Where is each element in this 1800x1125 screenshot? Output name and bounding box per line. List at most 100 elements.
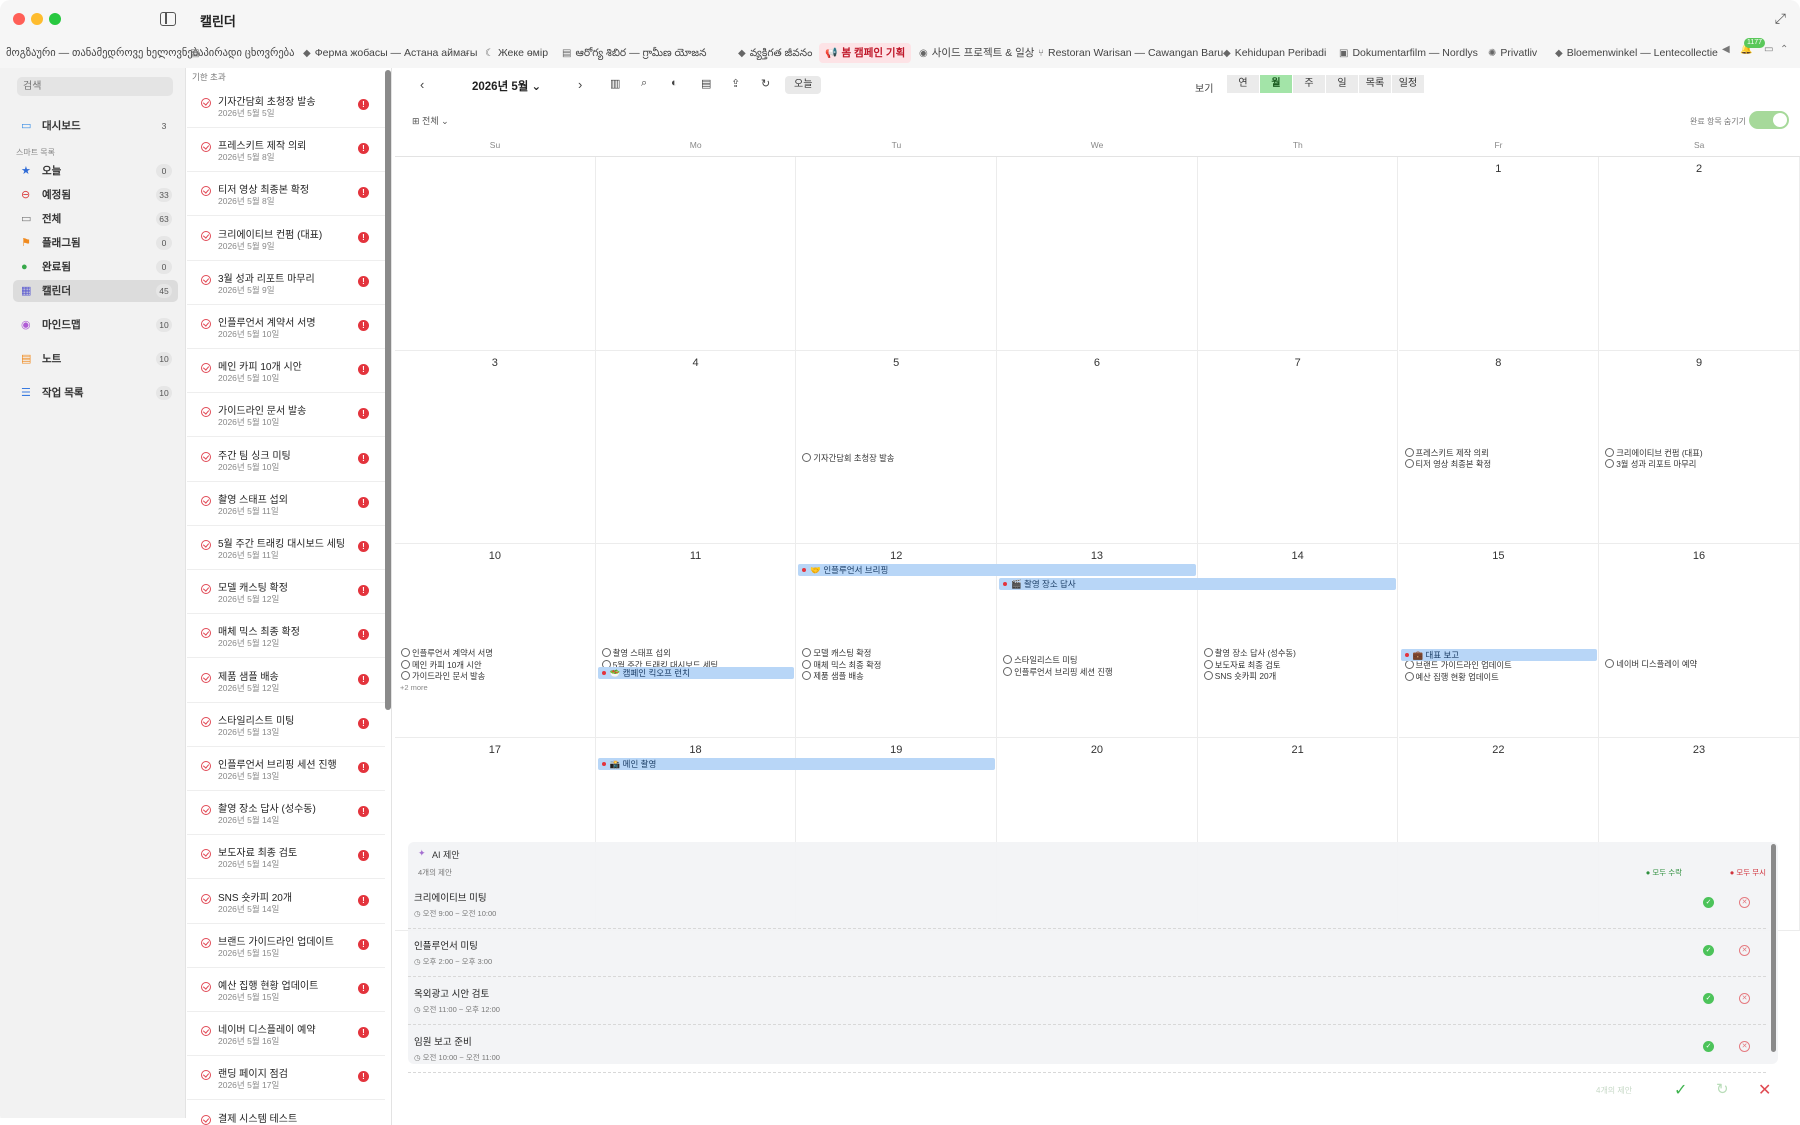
calendar-event[interactable]: 티저 영상 최종본 확정	[1405, 459, 1492, 470]
day-cell[interactable]	[395, 157, 596, 351]
tab-11[interactable]: ✺ Privatliv	[1482, 43, 1543, 63]
calendar-event[interactable]: 제품 샘플 배송	[802, 671, 863, 682]
day-cell[interactable]	[1197, 157, 1399, 351]
task-row[interactable]: 랜딩 페이지 점검 2026년 5월 17일!	[187, 1056, 385, 1101]
ai-panel-scrollbar[interactable]	[1771, 844, 1776, 1052]
calendar-event[interactable]: 보도자료 최종 검토	[1204, 660, 1281, 671]
sidebar-item-5[interactable]: ▦ 캘린더 45	[13, 280, 178, 302]
task-row[interactable]: 제품 샘플 배송 2026년 5월 12일!	[187, 659, 385, 703]
overdue-check-icon[interactable]	[201, 893, 211, 904]
overdue-check-icon[interactable]	[201, 761, 211, 771]
task-row[interactable]: 크리에이티브 컨펌 (대표) 2026년 5월 9일!	[187, 217, 385, 261]
task-row[interactable]: 촬영 장소 답사 (성수동) 2026년 5월 14일!	[187, 791, 385, 836]
day-cell[interactable]: 15 브랜드 가이드라인 업데이트 예산 집행 현황 업데이트	[1398, 544, 1600, 738]
overdue-check-icon[interactable]	[201, 1026, 211, 1037]
task-row[interactable]: 주간 팀 싱크 미팅 2026년 5월 10일!	[187, 438, 385, 482]
event-bar-kickoff-lunch[interactable]: 🥗 캠페인 킥오프 런치	[597, 667, 795, 679]
palette-icon[interactable]: ◐	[671, 77, 678, 89]
refresh-icon[interactable]: ↻	[1716, 1080, 1729, 1098]
task-row[interactable]: 스타일리스트 미팅 2026년 5월 13일!	[187, 703, 385, 747]
task-row[interactable]: 메인 카피 10개 시안 2026년 5월 10일!	[187, 349, 385, 394]
task-row[interactable]: 매체 믹스 최종 확정 2026년 5월 12일!	[187, 614, 385, 659]
calendar-event[interactable]: 3월 성과 리포트 마무리	[1605, 459, 1696, 470]
view-tab-2[interactable]: 주	[1293, 75, 1325, 93]
day-cell[interactable]: 7	[1197, 350, 1399, 544]
overdue-check-icon[interactable]	[201, 274, 211, 285]
tab-5[interactable]: ◆ వ్యక్తిగత జీవనం	[732, 43, 818, 63]
task-row[interactable]: 티저 영상 최종본 확정 2026년 5월 8일!	[187, 172, 385, 217]
suggestion-row[interactable]: 크리에이티브 미팅 ◷ 오전 9:00 ~ 오전 10:00 ✓ ✕	[408, 882, 1766, 929]
task-list-scrollbar[interactable]	[385, 70, 391, 710]
view-tab-3[interactable]: 일	[1326, 75, 1358, 93]
more-events-link[interactable]: +2 more	[400, 683, 428, 692]
task-row[interactable]: 보도자료 최종 검토 2026년 5월 14일!	[187, 835, 385, 880]
overdue-check-icon[interactable]	[201, 319, 211, 329]
overdue-check-icon[interactable]	[201, 142, 211, 153]
sidebar-item-dashboard[interactable]: ▭ 대시보드 3	[13, 115, 178, 137]
fullscreen-icon[interactable]: ⤢	[1775, 10, 1786, 27]
task-row[interactable]: 결제 시스템 테스트	[187, 1101, 385, 1125]
overdue-check-icon[interactable]	[201, 628, 211, 639]
tab-list-icon[interactable]: ▭	[1764, 44, 1773, 55]
calendar-event[interactable]: 모델 캐스팅 확정	[802, 648, 871, 659]
day-cell[interactable]: 9 크리에이티브 컨펌 (대표) 3월 성과 리포트 마무리	[1599, 350, 1800, 544]
task-row[interactable]: 가이드라인 문서 발송 2026년 5월 10일!	[187, 393, 385, 438]
calendar-event[interactable]: 촬영 스태프 섭외	[602, 648, 671, 659]
sidebar-extra-0[interactable]: ◉ 마인드맵 10	[13, 314, 178, 336]
task-row[interactable]: 브랜드 가이드라인 업데이트 2026년 5월 15일!	[187, 924, 385, 968]
overdue-check-icon[interactable]	[201, 805, 211, 816]
task-row[interactable]: SNS 숏카피 20개 2026년 5월 14일!	[187, 880, 385, 924]
overdue-check-icon[interactable]	[201, 584, 211, 595]
minimize-window-button[interactable]	[31, 13, 43, 25]
next-month-icon[interactable]: ›	[578, 77, 582, 92]
calendar-event[interactable]: 크리에이티브 컨펌 (대표)	[1605, 448, 1702, 459]
calendar-event[interactable]: 인플루언서 브리핑 세션 진행	[1003, 667, 1113, 678]
notes-icon[interactable]: ▤	[701, 77, 711, 90]
task-row[interactable]: 기자간담회 초청장 발송 2026년 5월 5일!	[187, 84, 385, 128]
prev-month-icon[interactable]: ‹	[420, 77, 424, 92]
tab-1[interactable]: ▤ პირადი ცხოვრება	[184, 43, 300, 63]
tab-10[interactable]: ▣ Dokumentarfilm — Nordlys	[1333, 43, 1484, 63]
dismiss-icon[interactable]: ✕	[1758, 1080, 1771, 1100]
overdue-check-icon[interactable]	[201, 407, 211, 418]
calendar-event[interactable]: 가이드라인 문서 발송	[401, 671, 485, 682]
overdue-check-icon[interactable]	[201, 1070, 211, 1081]
calendar-event[interactable]: 브랜드 가이드라인 업데이트	[1405, 660, 1512, 671]
tab-6[interactable]: 📢 봄 캠페인 기획	[819, 43, 912, 63]
accept-icon[interactable]: ✓	[1703, 1041, 1714, 1052]
task-row[interactable]: 네이버 디스플레이 예약 2026년 5월 16일!	[187, 1012, 385, 1057]
accept-icon[interactable]: ✓	[1703, 993, 1714, 1004]
view-tab-4[interactable]: 목록	[1359, 75, 1391, 93]
calendar-event[interactable]: 매체 믹스 최종 확정	[802, 660, 881, 671]
sidebar-item-3[interactable]: ⚑ 플래그됨 0	[13, 232, 178, 254]
day-cell[interactable]: 4	[595, 350, 797, 544]
sidebar-item-2[interactable]: ▭ 전체 63	[13, 208, 178, 230]
today-button[interactable]: 오늘	[785, 76, 822, 94]
day-cell[interactable]	[796, 157, 998, 351]
tab-3[interactable]: ☾ Жеке өмір	[479, 43, 554, 63]
ignore-all-button[interactable]: ● 모두 무시	[1730, 867, 1766, 878]
tab-7[interactable]: ◉ 사이드 프로젝트 & 일상	[913, 43, 1040, 63]
sidebar-item-0[interactable]: ★ 오늘 0	[13, 160, 178, 182]
suggestion-row[interactable]: 인플루언서 미팅 ◷ 오후 2:00 ~ 오후 3:00 ✓ ✕	[408, 930, 1766, 977]
search-input[interactable]	[17, 77, 173, 96]
tab-12[interactable]: ◆ Bloemenwinkel — Lentecollectie	[1549, 43, 1724, 63]
calendar-event[interactable]: 메인 카피 10개 시안	[401, 660, 482, 671]
overdue-check-icon[interactable]	[201, 98, 211, 108]
day-cell[interactable]: 6	[997, 350, 1198, 544]
calendar-event[interactable]: 네이버 디스플레이 예약	[1605, 659, 1697, 670]
sidebar-extra-2[interactable]: ☰ 작업 목록 10	[13, 382, 178, 404]
reject-icon[interactable]: ✕	[1739, 993, 1750, 1004]
overdue-check-icon[interactable]	[201, 982, 211, 992]
view-tab-5[interactable]: 일정	[1392, 75, 1424, 93]
sidebar-toggle-icon[interactable]	[160, 12, 176, 26]
task-row[interactable]: 5월 주간 트래킹 대시보드 세팅 2026년 5월 11일!	[187, 526, 385, 570]
tab-2[interactable]: ◆ Ферма жобасы — Астана аймағы	[297, 43, 483, 63]
overdue-check-icon[interactable]	[201, 937, 211, 948]
stats-icon[interactable]: ▥	[610, 77, 620, 90]
overdue-check-icon[interactable]	[201, 495, 211, 506]
suggestion-row[interactable]: 임원 보고 준비 ◷ 오전 10:00 ~ 오전 11:00 ✓ ✕	[408, 1026, 1766, 1073]
overdue-check-icon[interactable]	[201, 186, 211, 197]
tab-0[interactable]: მოგზაური — თანამედროვე ხელოვნება	[0, 43, 209, 63]
day-cell[interactable]: 14 촬영 장소 답사 (성수동) 보도자료 최종 검토 SNS 숏카피 20개	[1197, 544, 1399, 738]
